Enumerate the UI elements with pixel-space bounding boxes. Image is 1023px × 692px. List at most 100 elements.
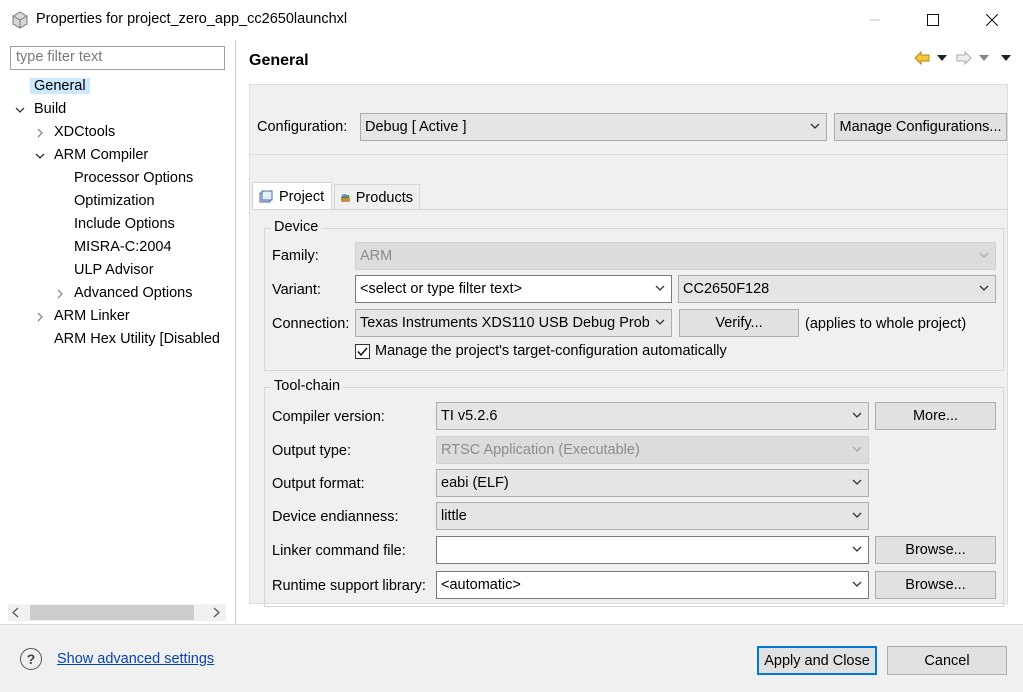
tree-item-advanced-options[interactable]: Advanced Options bbox=[54, 282, 193, 305]
device-group: Device Family: ARM Variant: <select or t… bbox=[264, 219, 1004, 371]
chevron-right-icon[interactable] bbox=[34, 127, 46, 139]
tree-item-xdctools[interactable]: XDCtools bbox=[34, 121, 115, 144]
tree-item-label: ARM Compiler bbox=[54, 147, 149, 163]
connection-label: Connection: bbox=[272, 316, 350, 332]
maximize-icon bbox=[927, 14, 939, 26]
back-dropdown-icon[interactable] bbox=[937, 55, 947, 61]
tree-item-processor-options[interactable]: Processor Options bbox=[74, 167, 193, 190]
toolchain-legend: Tool-chain bbox=[271, 378, 344, 394]
chevron-down-icon bbox=[852, 446, 862, 452]
chevron-right-icon[interactable] bbox=[54, 288, 66, 300]
variant-label: Variant: bbox=[272, 282, 321, 298]
device-legend: Device bbox=[271, 219, 322, 235]
tree-item-label: Build bbox=[34, 101, 67, 117]
manage-configurations-button[interactable]: Manage Configurations... bbox=[834, 113, 1007, 141]
verify-button[interactable]: Verify... bbox=[679, 309, 799, 337]
scroll-left-icon[interactable] bbox=[11, 607, 21, 618]
navigation-pane: type filter text General Build XDCtools … bbox=[0, 40, 236, 624]
configuration-label: Configuration: bbox=[257, 119, 348, 135]
back-arrow-icon[interactable] bbox=[914, 51, 930, 65]
checkbox-label: Manage the project's target-configuratio… bbox=[375, 343, 727, 359]
chevron-right-icon[interactable] bbox=[34, 311, 46, 323]
tree-item-label: Include Options bbox=[74, 216, 175, 232]
content-pane: General Configuration: Debug [ Active ] … bbox=[237, 40, 1023, 624]
cancel-button[interactable]: Cancel bbox=[887, 646, 1007, 675]
tree-item-arm-compiler[interactable]: ARM Compiler bbox=[34, 144, 148, 167]
compiler-version-value: TI v5.2.6 bbox=[441, 408, 498, 424]
help-icon[interactable]: ? bbox=[20, 648, 42, 670]
tree-item-arm-linker[interactable]: ARM Linker bbox=[34, 305, 130, 328]
browse-runtime-button[interactable]: Browse... bbox=[875, 571, 996, 599]
device-endianness-select[interactable]: little bbox=[436, 502, 869, 530]
page-title: General bbox=[249, 52, 309, 69]
forward-arrow-icon[interactable] bbox=[956, 51, 972, 65]
variant-filter-text: <select or type filter text> bbox=[360, 281, 522, 297]
configuration-select[interactable]: Debug [ Active ] bbox=[360, 113, 827, 141]
output-format-select[interactable]: eabi (ELF) bbox=[436, 469, 869, 497]
apply-and-close-button[interactable]: Apply and Close bbox=[757, 646, 877, 675]
tree-item-label: XDCtools bbox=[54, 124, 116, 140]
tree-item-label: Optimization bbox=[74, 193, 155, 209]
view-menu-icon[interactable] bbox=[1001, 55, 1011, 61]
chevron-down-icon bbox=[810, 123, 820, 129]
family-select: ARM bbox=[355, 242, 996, 270]
runtime-support-library-combo[interactable]: <automatic> bbox=[436, 571, 869, 599]
tree-item-optimization[interactable]: Optimization bbox=[74, 190, 155, 213]
manage-target-config-checkbox[interactable]: Manage the project's target-configuratio… bbox=[355, 343, 727, 359]
tree-item-misra[interactable]: MISRA-C:2004 bbox=[74, 236, 172, 259]
chevron-down-icon[interactable] bbox=[14, 104, 26, 116]
tree-item-label: General bbox=[30, 78, 90, 94]
tree-item-general[interactable]: General bbox=[30, 75, 90, 98]
tree-item-ulp-advisor[interactable]: ULP Advisor bbox=[74, 259, 154, 282]
connection-select[interactable]: Texas Instruments XDS110 USB Debug Probe bbox=[355, 309, 672, 337]
tab-label: Project bbox=[279, 188, 325, 205]
output-type-label: Output type: bbox=[272, 443, 351, 459]
tab-products[interactable]: Products bbox=[334, 184, 420, 210]
minimize-button[interactable] bbox=[852, 0, 898, 40]
variant-filter-combo[interactable]: <select or type filter text> bbox=[355, 275, 672, 303]
chevron-down-icon[interactable] bbox=[34, 150, 46, 162]
title-bar: Properties for project_zero_app_cc2650la… bbox=[0, 0, 1023, 40]
browse-linker-button[interactable]: Browse... bbox=[875, 536, 996, 564]
more-button[interactable]: More... bbox=[875, 402, 996, 430]
tree-item-build[interactable]: Build bbox=[14, 98, 66, 121]
show-advanced-settings-link[interactable]: Show advanced settings bbox=[57, 651, 214, 667]
variant-select[interactable]: CC2650F128 bbox=[678, 275, 996, 303]
tab-content: Device Family: ARM Variant: <select or t… bbox=[252, 209, 1007, 607]
chevron-down-icon bbox=[852, 412, 862, 418]
tree-item-arm-hex-utility[interactable]: ARM Hex Utility [Disabled bbox=[54, 328, 226, 351]
chevron-down-icon bbox=[852, 479, 862, 485]
runtime-support-library-label: Runtime support library: bbox=[272, 578, 426, 594]
connection-note: (applies to whole project) bbox=[805, 316, 967, 332]
device-endianness-value: little bbox=[441, 508, 467, 524]
tree-item-label: Processor Options bbox=[74, 170, 194, 186]
checkbox-checked-icon[interactable] bbox=[355, 343, 370, 359]
tab-project[interactable]: Project bbox=[252, 182, 332, 210]
runtime-support-library-value: <automatic> bbox=[441, 577, 521, 593]
scroll-right-icon[interactable] bbox=[211, 607, 221, 618]
forward-dropdown-icon[interactable] bbox=[979, 55, 989, 61]
filter-input[interactable]: type filter text bbox=[10, 46, 225, 70]
compiler-version-select[interactable]: TI v5.2.6 bbox=[436, 402, 869, 430]
family-label: Family: bbox=[272, 248, 319, 264]
scrollbar-thumb[interactable] bbox=[30, 605, 194, 620]
family-value: ARM bbox=[360, 248, 393, 264]
tree-item-label: ULP Advisor bbox=[74, 262, 154, 278]
configuration-bar: Configuration: Debug [ Active ] Manage C… bbox=[250, 99, 1007, 155]
project-icon bbox=[259, 190, 273, 202]
window-title: Properties for project_zero_app_cc2650la… bbox=[36, 11, 348, 27]
tree-item-include-options[interactable]: Include Options bbox=[74, 213, 175, 236]
tree-item-label: Advanced Options bbox=[74, 285, 193, 301]
linker-command-file-combo[interactable] bbox=[436, 536, 869, 564]
app-icon bbox=[12, 11, 28, 29]
configuration-value: Debug [ Active ] bbox=[365, 119, 467, 135]
linker-command-file-label: Linker command file: bbox=[272, 543, 406, 559]
connection-value: Texas Instruments XDS110 USB Debug Probe bbox=[360, 315, 649, 331]
tree-item-label: ARM Hex Utility [Disabled bbox=[54, 331, 220, 347]
maximize-button[interactable] bbox=[910, 0, 956, 40]
chevron-down-icon bbox=[852, 546, 862, 552]
chevron-down-icon bbox=[655, 285, 665, 291]
horizontal-scrollbar[interactable] bbox=[8, 604, 226, 621]
tree-item-label: MISRA-C:2004 bbox=[74, 239, 172, 255]
close-button[interactable] bbox=[969, 0, 1015, 40]
